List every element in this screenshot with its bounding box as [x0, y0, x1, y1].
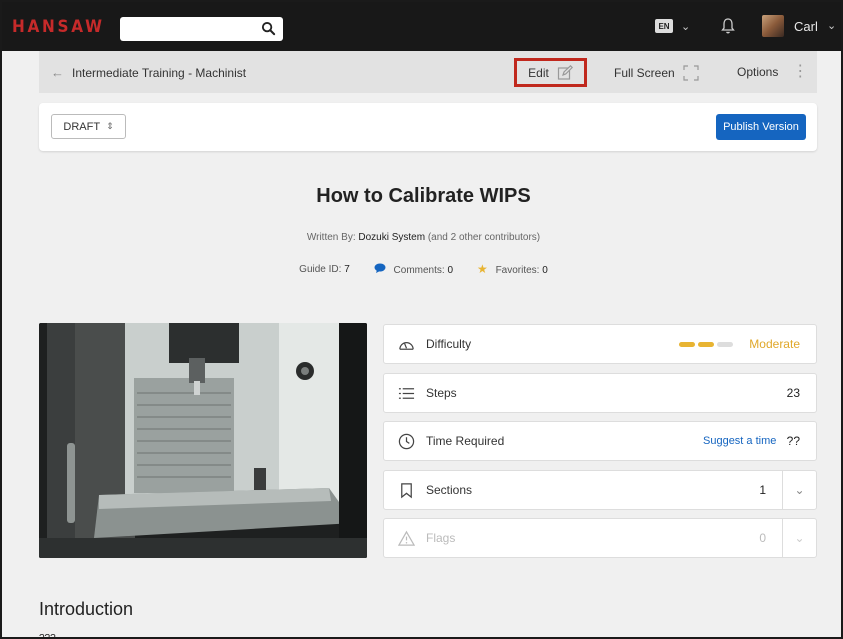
difficulty-label: Difficulty [426, 337, 472, 351]
sections-row[interactable]: Sections 1 ⌄ [383, 470, 817, 510]
comment-icon [374, 263, 386, 273]
difficulty-row: Difficulty Moderate [383, 324, 817, 364]
edit-label: Edit [528, 65, 549, 80]
search-input[interactable] [120, 17, 283, 41]
guide-header-bar: ← Intermediate Training - Machinist Edit… [39, 51, 817, 93]
search-icon[interactable] [261, 21, 276, 36]
guide-meta: Guide ID: 7 Comments: 0 ★ Favorites: 0 [2, 262, 841, 276]
machine-photo [39, 323, 367, 558]
time-required-row: Time Required Suggest a time ?? [383, 421, 817, 461]
favorites-link[interactable]: ★ Favorites: 0 [477, 262, 548, 276]
sections-count: 1 [759, 483, 766, 497]
back-arrow-icon[interactable]: ← [51, 65, 64, 80]
language-badge: EN [655, 19, 673, 33]
avatar[interactable] [762, 15, 784, 37]
double-chevron-down-icon: ⌄ [794, 483, 805, 497]
guide-main-image[interactable] [39, 323, 367, 558]
steps-label: Steps [426, 386, 457, 400]
introduction-heading: Introduction [39, 599, 134, 619]
byline: Written By: Dozuki System (and 2 other c… [2, 232, 841, 243]
guide-id-label: Guide ID: [299, 263, 342, 275]
difficulty-gauge-icon [399, 342, 414, 350]
comments-label: Comments: [393, 264, 445, 276]
contributors-link[interactable]: (and 2 other contributors) [428, 232, 540, 243]
bookmark-icon [401, 483, 412, 499]
options-label: Options [737, 65, 779, 79]
status-select[interactable]: DRAFT ⇕ [51, 114, 126, 139]
notification-bell-icon[interactable] [720, 17, 736, 35]
steps-row: Steps 23 [383, 373, 817, 413]
chevron-down-icon[interactable]: ⌄ [827, 19, 836, 32]
fullscreen-button[interactable]: Full Screen [614, 65, 699, 81]
publish-version-button[interactable]: Publish Version [716, 114, 806, 140]
language-selector[interactable]: EN ⌄ [655, 19, 690, 33]
chevron-down-icon: ⌄ [681, 20, 691, 33]
brand-logo[interactable]: HANSAW [12, 16, 105, 38]
edit-button[interactable]: Edit [514, 58, 587, 87]
breadcrumb[interactable]: ← Intermediate Training - Machinist [51, 65, 246, 80]
double-chevron-down-icon: ⌄ [794, 531, 805, 545]
fullscreen-icon [683, 65, 699, 81]
comments-count: 0 [447, 264, 454, 276]
difficulty-segment [698, 342, 714, 347]
written-by-label: Written By: [306, 232, 356, 243]
difficulty-segment [717, 342, 733, 347]
flags-row[interactable]: Flags 0 ⌄ [383, 518, 817, 558]
options-menu-button[interactable]: Options ⋮ [737, 63, 809, 80]
favorites-count: 0 [542, 265, 548, 276]
version-toolbar: DRAFT ⇕ Publish Version [39, 103, 817, 151]
guide-id-value: 7 [344, 263, 350, 275]
suggest-time-link[interactable]: Suggest a time [703, 435, 776, 447]
introduction-text: ??? [39, 633, 56, 639]
difficulty-value: Moderate [749, 337, 800, 351]
flags-count: 0 [759, 531, 766, 545]
steps-count: 23 [786, 386, 800, 400]
difficulty-meter [679, 342, 733, 347]
breadcrumb-label[interactable]: Intermediate Training - Machinist [72, 66, 246, 80]
star-icon: ★ [477, 262, 488, 276]
list-icon [398, 388, 415, 399]
time-required-value: ?? [786, 434, 800, 448]
updown-icon: ⇕ [106, 121, 114, 131]
author-link[interactable]: Dozuki System [358, 232, 425, 243]
status-value: DRAFT [63, 120, 101, 133]
difficulty-segment [679, 342, 695, 347]
username[interactable]: Carl [794, 19, 818, 34]
page-title: How to Calibrate WIPS [316, 185, 531, 207]
expand-flags-button[interactable]: ⌄ [782, 519, 816, 557]
top-nav: HANSAW EN ⌄ Carl ⌄ [2, 2, 841, 51]
fullscreen-label: Full Screen [614, 66, 675, 80]
kebab-menu-icon: ⋮ [792, 63, 809, 80]
warning-icon [398, 530, 415, 546]
favorites-label: Favorites: [495, 265, 540, 276]
clock-icon [398, 433, 415, 450]
guide-id: Guide ID: 7 [299, 264, 350, 275]
sections-label: Sections [426, 483, 473, 497]
edit-pencil-icon [557, 64, 573, 80]
expand-sections-button[interactable]: ⌄ [782, 471, 816, 509]
app-window: HANSAW EN ⌄ Carl ⌄ ← Intermediate Traini… [0, 0, 843, 639]
comments-link[interactable]: Comments: 0 [374, 263, 453, 276]
time-required-label: Time Required [426, 434, 505, 448]
flags-label: Flags [426, 531, 456, 545]
